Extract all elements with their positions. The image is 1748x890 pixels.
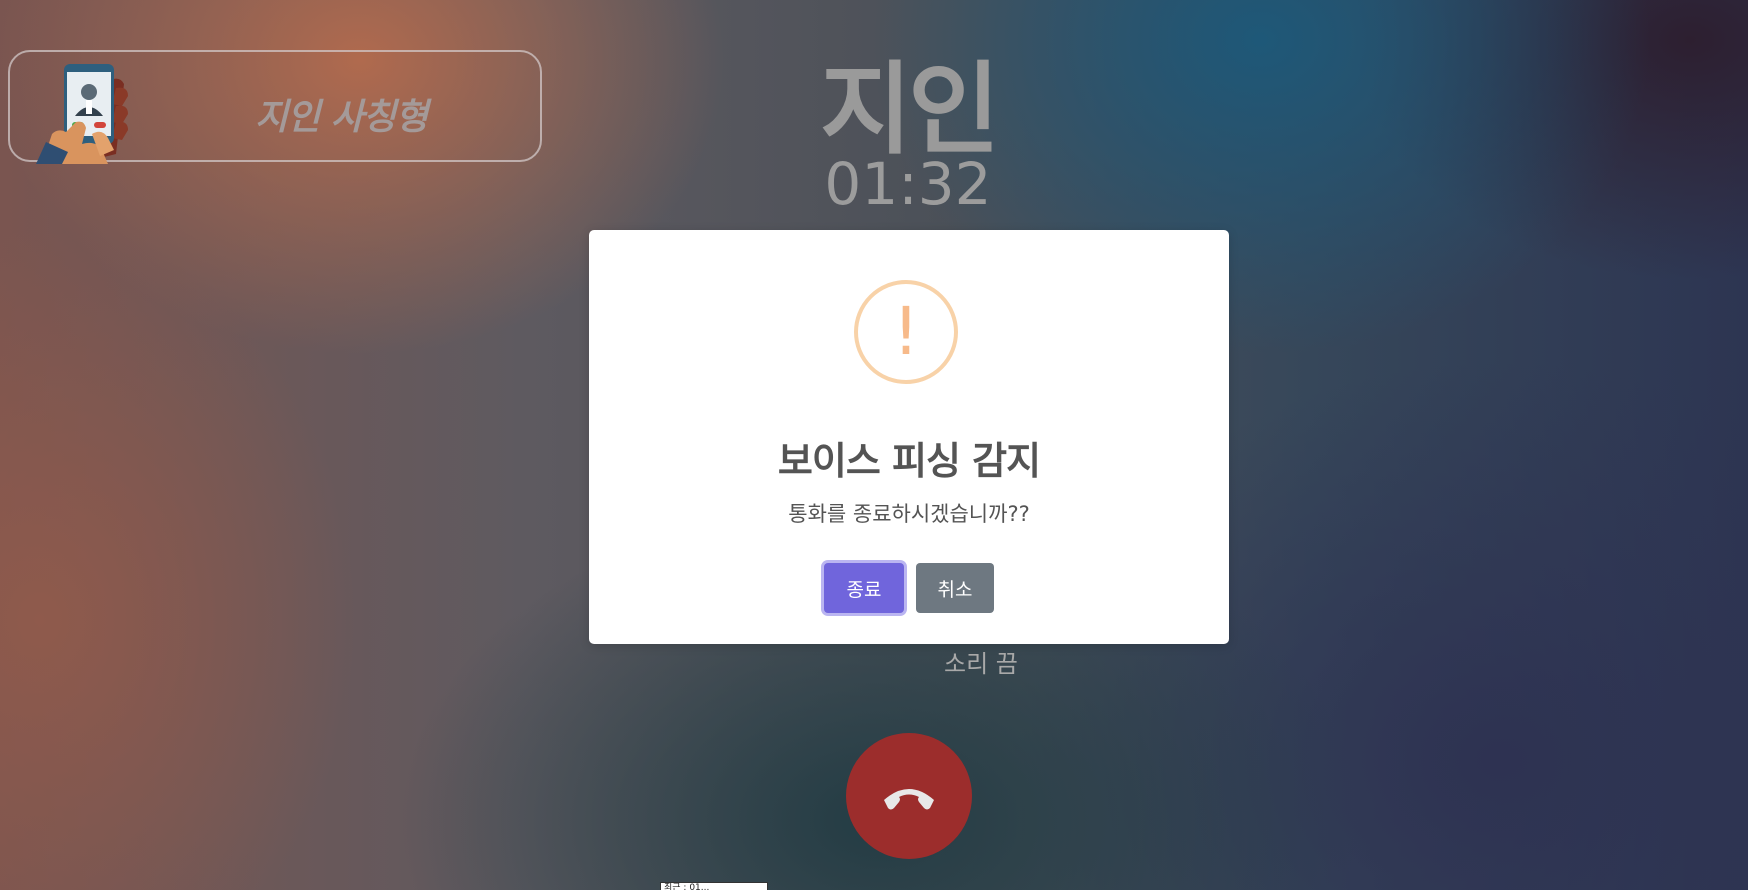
dialog-title: 보이스 피싱 감지 bbox=[777, 439, 1041, 483]
end-call-confirm-button[interactable]: 종료 bbox=[824, 563, 904, 613]
call-timer: 01:32 bbox=[824, 150, 992, 218]
dialog-actions: 종료 취소 bbox=[589, 563, 1229, 613]
warning-icon: ! bbox=[854, 280, 958, 384]
phone-hangup-icon bbox=[884, 789, 934, 810]
cancel-button[interactable]: 취소 bbox=[916, 563, 994, 613]
dialog-message: 통화를 종료하시겠습니까?? bbox=[788, 502, 1030, 526]
recent-call-tag: 최근 : 01... bbox=[660, 882, 768, 890]
call-screen: 지인 사칭형 지인 01:32 소리 끔 최근 : 01... ! 보이스 피싱… bbox=[0, 0, 1748, 890]
mute-label[interactable]: 소리 끔 bbox=[944, 644, 1018, 679]
end-call-button[interactable] bbox=[846, 733, 972, 859]
phishing-alert-dialog: ! 보이스 피싱 감지 통화를 종료하시겠습니까?? 종료 취소 bbox=[589, 230, 1229, 644]
